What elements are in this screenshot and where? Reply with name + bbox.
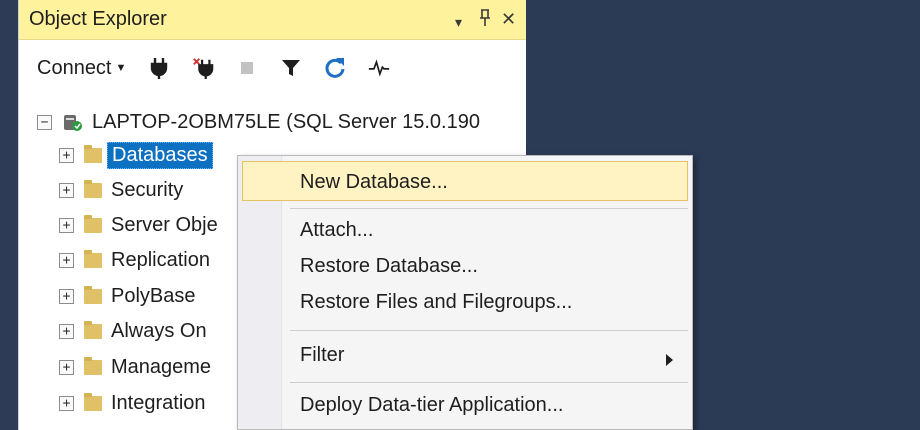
folder-icon xyxy=(84,392,102,411)
tree-node-integration[interactable]: + Integration xyxy=(59,387,206,419)
disconnect-plug-icon[interactable] xyxy=(192,55,214,81)
connect-label: Connect xyxy=(37,56,112,79)
menu-item-restore-files[interactable]: Restore Files and Filegroups... xyxy=(300,286,572,318)
tree-node-label: Always On xyxy=(111,319,207,342)
panel-title-bar: Object Explorer ▾ ✕ xyxy=(19,0,526,40)
expand-icon[interactable]: + xyxy=(59,323,74,339)
tree-node-polybase[interactable]: + PolyBase xyxy=(59,280,196,312)
folder-icon xyxy=(84,179,102,198)
close-icon[interactable]: ✕ xyxy=(501,8,516,30)
tree-node-management[interactable]: + Manageme xyxy=(59,351,211,383)
server-icon xyxy=(64,115,82,131)
tree-node-always-on[interactable]: + Always On xyxy=(59,315,207,347)
expand-icon[interactable]: + xyxy=(59,182,74,198)
expand-icon[interactable]: + xyxy=(59,147,74,163)
menu-separator xyxy=(290,330,688,331)
tree-node-label: Integration xyxy=(111,391,206,414)
filter-icon[interactable] xyxy=(280,55,302,81)
connect-button[interactable]: Connect ▼ xyxy=(37,57,126,80)
tree-node-databases[interactable]: + Databases xyxy=(59,139,213,171)
tree-node-replication[interactable]: + Replication xyxy=(59,244,210,276)
tree-node-label: Replication xyxy=(111,248,210,271)
chevron-down-icon: ▼ xyxy=(115,62,127,74)
submenu-arrow-icon xyxy=(666,354,673,366)
menu-item-deploy-data-tier[interactable]: Deploy Data-tier Application... xyxy=(300,389,563,421)
tree-node-security[interactable]: + Security xyxy=(59,174,183,206)
menu-item-filter[interactable]: Filter xyxy=(300,339,344,371)
folder-icon xyxy=(84,356,102,375)
folder-icon xyxy=(84,214,102,233)
tree-node-server-objects[interactable]: + Server Obje xyxy=(59,209,218,241)
left-edge xyxy=(0,0,18,430)
menu-item-restore-database[interactable]: Restore Database... xyxy=(300,250,478,282)
connect-plug-icon[interactable] xyxy=(148,55,170,81)
expand-icon[interactable]: + xyxy=(59,217,74,233)
tree-server-node[interactable]: − LAPTOP-2OBM75LE (SQL Server 15.0.190 xyxy=(37,106,480,138)
expand-icon[interactable]: + xyxy=(59,252,74,268)
folder-icon xyxy=(84,249,102,268)
menu-item-attach[interactable]: Attach... xyxy=(300,214,373,246)
tree-node-label: Security xyxy=(111,178,184,201)
folder-icon xyxy=(84,320,102,339)
panel-title: Object Explorer xyxy=(29,8,167,30)
tree-node-label: PolyBase xyxy=(111,284,196,307)
context-menu: New Database... Attach... Restore Databa… xyxy=(237,155,693,430)
tree-node-label: Manageme xyxy=(111,355,212,378)
expand-icon[interactable]: + xyxy=(59,395,74,411)
refresh-icon[interactable] xyxy=(324,55,346,81)
tree-node-label: Server Obje xyxy=(111,213,218,236)
activity-monitor-icon[interactable] xyxy=(368,55,390,81)
stop-icon[interactable] xyxy=(236,55,258,81)
folder-icon xyxy=(84,285,102,304)
tree-node-label: Databases xyxy=(107,141,213,169)
menu-separator xyxy=(290,208,688,209)
explorer-toolbar: Connect ▼ xyxy=(19,40,526,96)
expand-icon[interactable]: + xyxy=(59,359,74,375)
collapse-icon[interactable]: − xyxy=(37,114,52,130)
window-position-dropdown-icon[interactable]: ▾ xyxy=(455,11,462,33)
menu-item-new-database[interactable]: New Database... xyxy=(300,166,448,198)
folder-icon xyxy=(84,144,102,163)
server-label: LAPTOP-2OBM75LE (SQL Server 15.0.190 xyxy=(92,110,480,133)
pin-icon[interactable] xyxy=(477,8,493,33)
menu-separator xyxy=(290,382,688,383)
expand-icon[interactable]: + xyxy=(59,288,74,304)
